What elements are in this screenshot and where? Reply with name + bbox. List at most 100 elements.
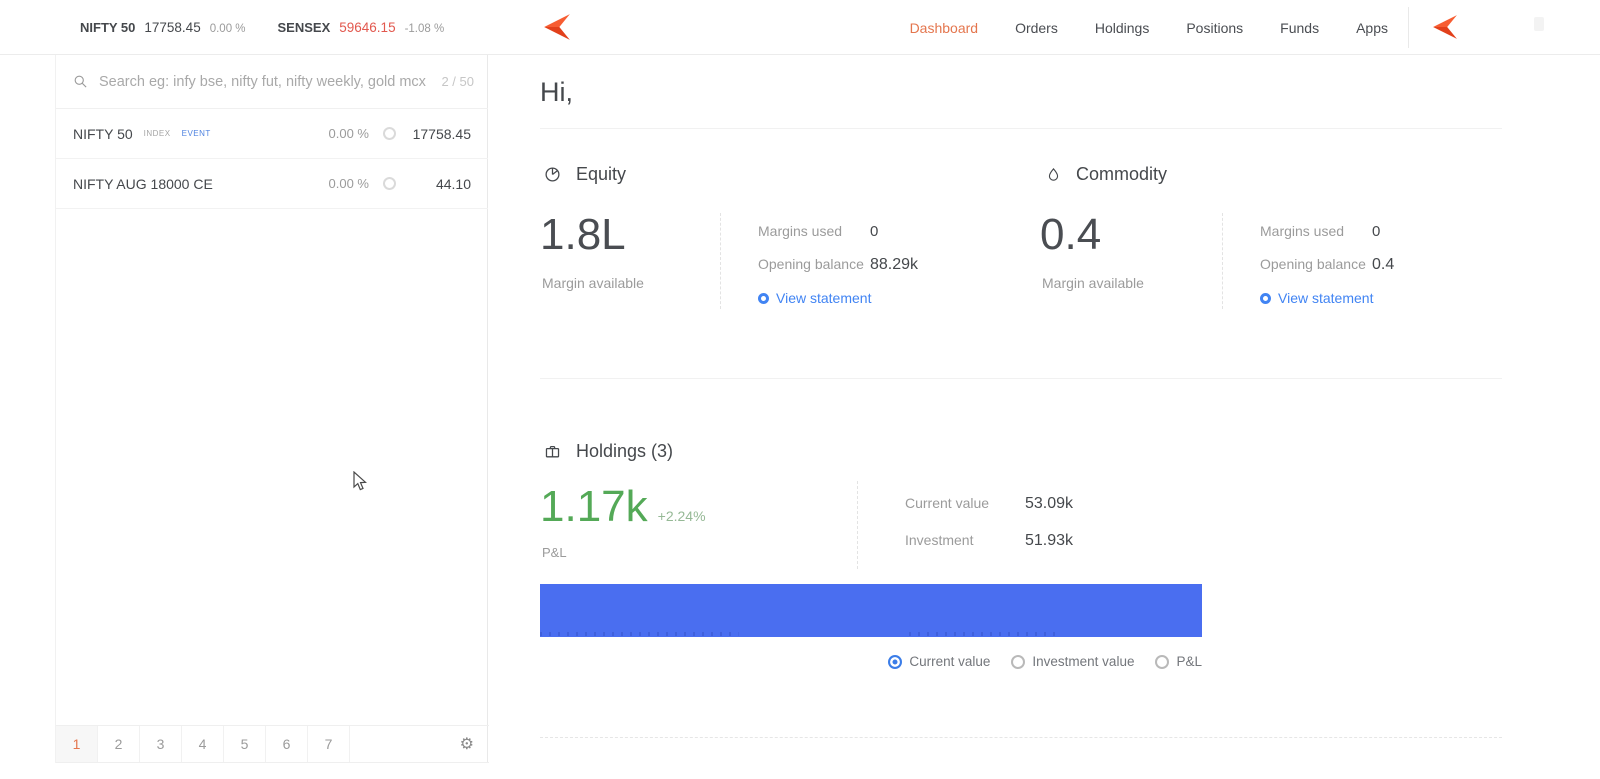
index-badge: INDEX	[143, 129, 171, 138]
page-6[interactable]: 6	[266, 726, 308, 762]
margins-used-value: 0	[870, 223, 879, 240]
dashboard-main: Hi, Equity 1.8L Margin available Margins…	[488, 55, 1600, 779]
current-value-label: Current value	[905, 495, 990, 511]
neutral-tick-icon	[383, 177, 396, 190]
nifty-ticker[interactable]: NIFTY 50 17758.45 0.00 %	[80, 20, 246, 35]
nav-positions[interactable]: Positions	[1186, 20, 1243, 36]
pnl-label: P&L	[542, 545, 567, 560]
equity-margin-available-label: Margin available	[542, 275, 644, 291]
watchlist-row-nifty-ce[interactable]: NIFTY AUG 18000 CE 0.00 % 44.10	[56, 159, 488, 209]
instrument-name: NIFTY 50	[73, 125, 133, 142]
opening-balance-value: 88.29k	[870, 256, 919, 273]
instrument-price: 44.10	[435, 175, 471, 192]
equity-details: Margins used 0 Opening balance 88.29k Vi…	[758, 223, 918, 306]
instrument-search: 2 / 50	[56, 55, 488, 109]
neutral-tick-icon	[383, 127, 396, 140]
index-value: 59646.15	[339, 20, 396, 35]
radio-icon	[1011, 654, 1026, 669]
radio-investment-value[interactable]: Investment value	[1011, 654, 1134, 669]
index-ticker: NIFTY 50 17758.45 0.00 % SENSEX 59646.15…	[80, 0, 462, 55]
page-7[interactable]: 7	[308, 726, 350, 762]
instrument-change: 0.00 %	[328, 126, 369, 141]
nav-dashboard[interactable]: Dashboard	[910, 20, 979, 36]
mouse-cursor	[353, 471, 367, 491]
commodity-view-statement-link[interactable]: View statement	[1260, 290, 1394, 306]
margins-used-label: Margins used	[1260, 223, 1345, 239]
nav-holdings[interactable]: Holdings	[1095, 20, 1149, 36]
holdings-pnl: 1.17k +2.24%	[540, 485, 706, 529]
margins-used-label: Margins used	[758, 223, 843, 239]
holdings-bar-chart	[540, 584, 1202, 637]
search-input[interactable]	[97, 72, 442, 91]
droplet-icon	[1048, 168, 1059, 181]
statement-bullet-icon	[758, 292, 769, 304]
radio-label: P&L	[1176, 654, 1202, 669]
sensex-ticker[interactable]: SENSEX 59646.15 -1.08 %	[278, 20, 445, 35]
top-bar: NIFTY 50 17758.45 0.00 % SENSEX 59646.15…	[0, 0, 1600, 55]
nav-apps[interactable]: Apps	[1356, 20, 1388, 36]
page-4[interactable]: 4	[182, 726, 224, 762]
view-statement-label: View statement	[1278, 290, 1374, 306]
main-nav: Dashboard Orders Holdings Positions Fund…	[910, 0, 1388, 55]
page-5[interactable]: 5	[224, 726, 266, 762]
instrument-price: 17758.45	[412, 125, 471, 142]
commodity-section-header: Commodity	[1046, 164, 1167, 185]
user-avatar[interactable]	[1534, 17, 1544, 31]
opening-balance-label: Opening balance	[1260, 256, 1366, 272]
equity-margin-available: 1.8L	[540, 210, 626, 259]
page-3[interactable]: 3	[140, 726, 182, 762]
instrument-name: NIFTY AUG 18000 CE	[73, 175, 213, 192]
commodity-title: Commodity	[1076, 164, 1168, 184]
index-name: NIFTY 50	[80, 20, 136, 35]
nav-orders[interactable]: Orders	[1015, 20, 1058, 36]
radio-icon	[1155, 654, 1170, 669]
divider	[1222, 213, 1223, 309]
settings-gear-icon[interactable]: ⚙	[460, 726, 489, 762]
index-value: 17758.45	[144, 20, 201, 35]
holdings-section-header: Holdings (3)	[544, 441, 673, 462]
radio-pnl[interactable]: P&L	[1155, 654, 1202, 669]
holdings-title: Holdings (3)	[576, 441, 674, 461]
holdings-details: Current value 53.09k Investment 51.93k	[905, 495, 1073, 566]
watchlist-row-nifty50[interactable]: NIFTY 50 INDEX EVENT 0.00 % 17758.45	[56, 109, 488, 159]
investment-value: 51.93k	[1025, 532, 1074, 549]
pnl-value: 1.17k	[540, 482, 648, 531]
view-statement-label: View statement	[776, 290, 872, 306]
commodity-margin-available: 0.4	[1040, 210, 1102, 259]
radio-selected-icon	[888, 654, 903, 669]
page-2[interactable]: 2	[98, 726, 140, 762]
greeting: Hi,	[540, 77, 573, 107]
index-change: -1.08 %	[404, 23, 445, 35]
margins-used-value: 0	[1372, 223, 1381, 240]
briefcase-icon	[545, 445, 560, 458]
equity-view-statement-link[interactable]: View statement	[758, 290, 918, 306]
index-change: 0.00 %	[209, 23, 246, 35]
kite-logo-icon-small[interactable]	[1432, 14, 1458, 40]
page-1[interactable]: 1	[56, 726, 98, 762]
nav-divider	[1408, 7, 1409, 48]
watchlist-pagination: 1 2 3 4 5 6 7 ⚙	[56, 725, 489, 763]
watchlist-count: 2 / 50	[441, 74, 474, 89]
pnl-percent: +2.24%	[657, 508, 706, 524]
bar-chart-labels	[540, 632, 1202, 636]
radio-current-value[interactable]: Current value	[888, 654, 990, 669]
commodity-margin-available-label: Margin available	[1042, 275, 1144, 291]
radio-label: Investment value	[1032, 654, 1135, 669]
divider	[540, 378, 1502, 379]
kite-dashboard: NIFTY 50 17758.45 0.00 % SENSEX 59646.15…	[0, 0, 1600, 779]
commodity-details: Margins used 0 Opening balance 0.4 View …	[1260, 223, 1394, 306]
divider	[857, 481, 858, 569]
opening-balance-value: 0.4	[1372, 256, 1395, 273]
statement-bullet-icon	[1260, 292, 1271, 304]
nav-funds[interactable]: Funds	[1280, 20, 1319, 36]
divider	[540, 128, 1502, 129]
investment-label: Investment	[905, 532, 974, 548]
index-name: SENSEX	[277, 20, 331, 35]
kite-logo-icon[interactable]	[543, 13, 571, 41]
chart-metric-radios: Current value Investment value P&L	[540, 654, 1202, 669]
instrument-change: 0.00 %	[328, 176, 369, 191]
watchlist-panel: 2 / 50 NIFTY 50 INDEX EVENT 0.00 % 17758…	[55, 55, 489, 763]
pie-chart-icon	[545, 167, 560, 182]
watchlist-sidebar: 2 / 50 NIFTY 50 INDEX EVENT 0.00 % 17758…	[0, 55, 489, 763]
search-icon	[74, 75, 87, 88]
